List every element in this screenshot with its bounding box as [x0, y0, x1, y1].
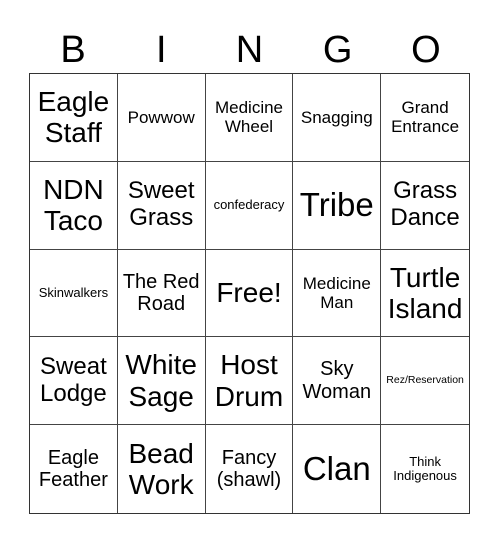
bingo-cell[interactable]: Host Drum [205, 337, 294, 426]
bingo-cell[interactable]: Sweat Lodge [30, 337, 118, 426]
bingo-cell[interactable]: Sweet Grass [117, 161, 206, 250]
bingo-cell[interactable]: The Red Road [117, 249, 206, 338]
bingo-cell[interactable]: Think Indigenous [381, 425, 469, 513]
bingo-cell[interactable]: Eagle Staff [30, 74, 118, 162]
bingo-cell[interactable]: Skinwalkers [30, 249, 118, 338]
header-letter-o: O [411, 29, 441, 71]
bingo-cell[interactable]: Grand Entrance [381, 74, 469, 162]
bingo-header: B I N G O [29, 28, 470, 72]
bingo-cell[interactable]: Medicine Wheel [205, 74, 294, 162]
bingo-cell[interactable]: Grass Dance [381, 162, 469, 250]
header-letter-b: B [60, 29, 86, 71]
bingo-cell[interactable]: Tribe [293, 161, 382, 250]
bingo-cell[interactable]: NDN Taco [30, 161, 118, 250]
bingo-cell[interactable]: Clan [293, 425, 382, 513]
bingo-cell[interactable]: Eagle Feather [30, 425, 118, 513]
bingo-cell[interactable]: Bead Work [118, 425, 206, 513]
bingo-cell[interactable]: Snagging [293, 74, 382, 162]
bingo-cell[interactable]: Fancy (shawl) [206, 425, 294, 513]
bingo-cell[interactable]: White Sage [117, 337, 206, 426]
bingo-cell[interactable]: Powwow [117, 74, 206, 162]
header-letter-i: I [156, 29, 167, 71]
bingo-cell[interactable]: Rez/Reservation [381, 337, 469, 426]
bingo-cell[interactable]: Medicine Man [293, 249, 382, 338]
bingo-cell[interactable]: Sky Woman [293, 337, 382, 426]
free-space-cell[interactable]: Free! [205, 249, 294, 338]
bingo-cell[interactable]: confederacy [205, 161, 294, 250]
bingo-card-grid: Eagle Staff Powwow Medicine Wheel Snagging G… [29, 73, 470, 514]
bingo-cell[interactable]: Turtle Island [381, 250, 469, 338]
header-letter-g: G [322, 29, 353, 71]
header-letter-n: N [235, 29, 264, 71]
